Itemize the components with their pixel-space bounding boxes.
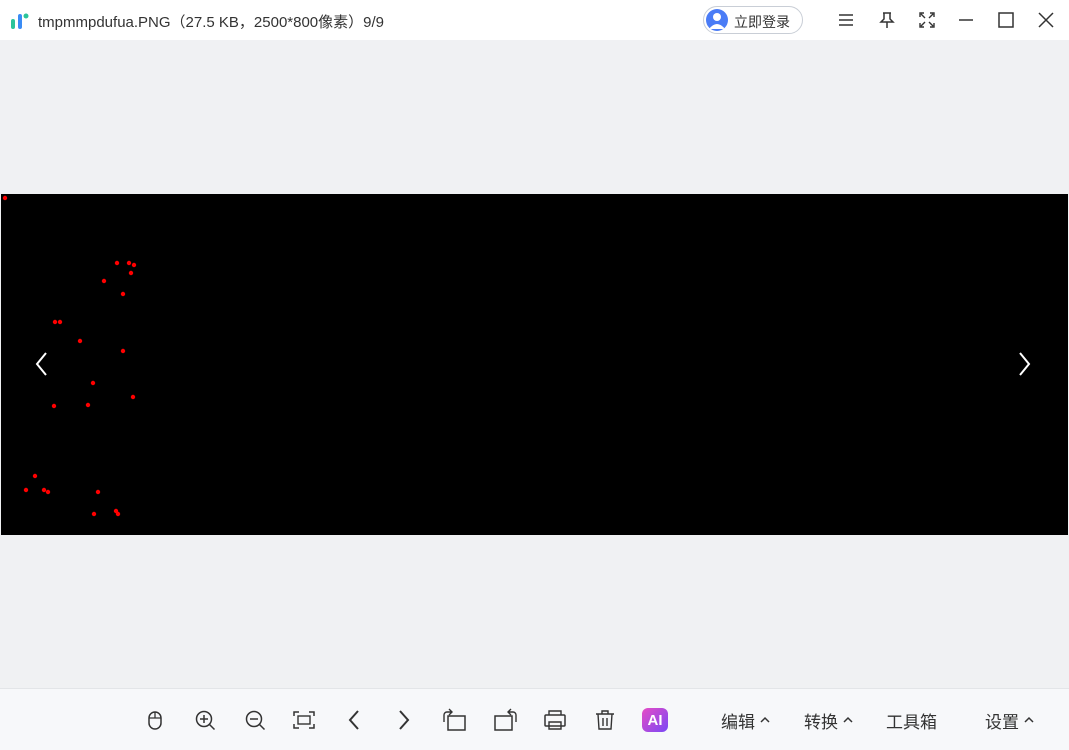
maximize-icon <box>998 12 1014 28</box>
delete-button[interactable] <box>591 706 619 734</box>
rotate-right-button[interactable] <box>492 706 520 734</box>
app-logo-icon <box>11 13 29 29</box>
red-point-7 <box>52 319 58 325</box>
minimize-icon <box>959 19 973 21</box>
fullscreen-icon <box>919 12 935 28</box>
red-point-20 <box>91 511 97 517</box>
ai-button[interactable]: AI <box>641 706 669 734</box>
red-point-17 <box>41 487 47 493</box>
next-icon <box>399 710 410 730</box>
rotate-left-button[interactable] <box>440 706 468 734</box>
mouse-icon <box>148 711 162 730</box>
zoom-in-icon <box>195 710 216 731</box>
red-point-5 <box>101 278 107 284</box>
next-button[interactable] <box>390 706 418 734</box>
settings-menu-label: 设置 <box>985 712 1019 732</box>
edit-menu-button[interactable]: 编辑 <box>721 709 770 732</box>
red-point-9 <box>77 338 83 344</box>
print-icon <box>544 710 566 730</box>
chevron-right-icon <box>1019 352 1031 376</box>
pin-button[interactable] <box>873 6 901 34</box>
red-point-11 <box>90 380 96 386</box>
toolbox-button[interactable]: 工具箱 <box>886 709 937 732</box>
red-point-2 <box>126 260 132 266</box>
delete-icon <box>596 710 614 730</box>
close-button[interactable] <box>1032 6 1060 34</box>
window-title: tmpmmpdufua.PNG（27.5 KB，2500*800像素）9/9 <box>38 14 385 31</box>
red-point-14 <box>51 403 57 409</box>
toolbox-label: 工具箱 <box>886 712 937 732</box>
minimize-button[interactable] <box>952 6 980 34</box>
red-point-12 <box>130 394 136 400</box>
red-point-1 <box>114 260 120 266</box>
chevron-left-icon <box>35 352 47 376</box>
previous-icon <box>348 710 359 730</box>
login-label: 立即登录 <box>734 14 790 30</box>
chevron-up-icon <box>760 716 770 724</box>
red-point-6 <box>120 291 126 297</box>
image-content <box>2 195 137 517</box>
maximize-button[interactable] <box>992 6 1020 34</box>
mouse-mode-button[interactable] <box>141 706 169 734</box>
red-point-19 <box>95 489 101 495</box>
user-avatar-icon <box>706 9 728 31</box>
red-point-22 <box>115 511 121 517</box>
print-button[interactable] <box>541 706 569 734</box>
settings-menu-button[interactable]: 设置 <box>985 709 1034 732</box>
convert-menu-button[interactable]: 转换 <box>804 709 853 732</box>
close-icon <box>1038 12 1054 28</box>
ai-icon: AI <box>642 708 668 732</box>
next-image-button[interactable] <box>1012 346 1036 382</box>
red-point-13 <box>85 402 91 408</box>
fit-screen-icon <box>293 711 315 729</box>
zoom-in-button[interactable] <box>191 706 219 734</box>
previous-button[interactable] <box>340 706 368 734</box>
edit-menu-label: 编辑 <box>721 712 755 732</box>
red-point-8 <box>57 319 63 325</box>
pin-icon <box>879 12 895 28</box>
title-bar: tmpmmpdufua.PNG（27.5 KB，2500*800像素）9/9 立… <box>0 0 1069 40</box>
chevron-up-icon <box>1024 716 1034 724</box>
red-point-0 <box>2 195 8 201</box>
image-viewer <box>0 40 1069 688</box>
bottom-toolbar: AI 编辑 转换 工具箱 设置 <box>0 688 1069 750</box>
image-canvas <box>1 194 1068 535</box>
previous-image-button[interactable] <box>30 346 54 382</box>
red-point-18 <box>45 489 51 495</box>
login-button[interactable]: 立即登录 <box>703 6 803 34</box>
rotate-left-icon <box>443 708 466 731</box>
red-point-4 <box>128 270 134 276</box>
zoom-out-icon <box>245 710 266 731</box>
menu-button[interactable] <box>832 6 860 34</box>
fit-screen-button[interactable] <box>290 706 318 734</box>
fullscreen-button[interactable] <box>913 6 941 34</box>
red-point-3 <box>131 262 137 268</box>
chevron-up-icon <box>843 716 853 724</box>
red-point-15 <box>32 473 38 479</box>
red-point-16 <box>23 487 29 493</box>
menu-icon <box>839 14 853 26</box>
red-point-10 <box>120 348 126 354</box>
convert-menu-label: 转换 <box>804 712 838 732</box>
zoom-out-button[interactable] <box>241 706 269 734</box>
rotate-right-icon <box>494 708 517 731</box>
